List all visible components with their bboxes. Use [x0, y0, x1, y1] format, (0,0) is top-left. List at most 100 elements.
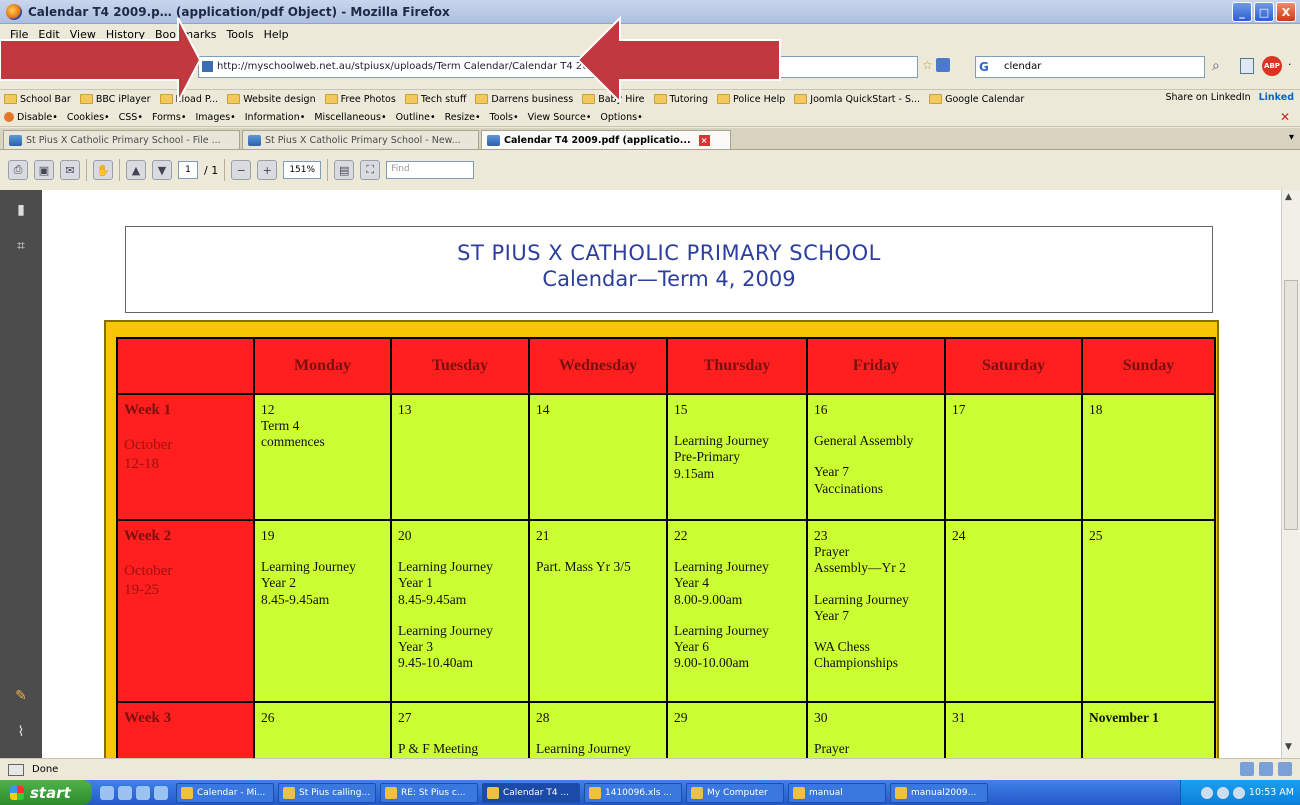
quick-launch-icon[interactable] [154, 785, 168, 800]
event-text [814, 726, 938, 741]
event-text: 8.45-9.45am [398, 591, 467, 607]
linkedin-icon[interactable]: Linked [1259, 92, 1294, 103]
more-icon[interactable]: · [1288, 58, 1292, 71]
addon-icon[interactable] [1259, 762, 1273, 776]
fit-page-icon[interactable]: ▤ [334, 160, 355, 180]
addon-icon[interactable] [1278, 762, 1292, 776]
print-icon[interactable]: ⎙ [8, 160, 28, 180]
bookmark-item[interactable]: Eload P... [159, 94, 218, 105]
adblock-icon[interactable]: ABP [1262, 56, 1282, 76]
bookmark-item[interactable]: Free Photos [324, 94, 396, 105]
share-linkedin-button[interactable]: Share on LinkedIn [1166, 92, 1251, 103]
bookmark-item[interactable]: Tech stuff [404, 94, 466, 105]
zoom-select[interactable]: 151% [283, 161, 322, 179]
tab-list-icon[interactable]: ▾ [1289, 132, 1294, 143]
menu-view[interactable]: View [70, 28, 96, 41]
quick-launch-icon[interactable] [136, 785, 150, 800]
devtool-tools[interactable]: Tools• [490, 112, 519, 123]
url-bar[interactable]: http://myschoolweb.net.au/stpiusx/upload… [198, 56, 918, 78]
tab-close-icon[interactable]: × [698, 134, 710, 146]
zoom-in-icon[interactable]: + [257, 160, 278, 180]
vertical-scrollbar[interactable]: ▲ ▼ [1281, 190, 1300, 758]
bookmark-item[interactable]: Baby Hire [582, 94, 645, 105]
scroll-up-icon[interactable]: ▲ [1285, 192, 1292, 202]
binoculars-icon[interactable]: ⌗ [12, 238, 30, 256]
bookmark-item[interactable]: Darrens business [475, 94, 573, 105]
devtool-options[interactable]: Options• [600, 112, 642, 123]
bookmark-item[interactable]: School Bar [4, 94, 71, 105]
devtool-view-source[interactable]: View Source• [528, 112, 592, 123]
minimize-button[interactable]: _ [1232, 2, 1252, 22]
menu-history[interactable]: History [106, 28, 145, 41]
taskbar-item[interactable]: Calendar - Mi... [176, 782, 274, 803]
previous-page-icon[interactable]: ▲ [126, 160, 146, 180]
page-icon[interactable] [1240, 58, 1254, 74]
devtool-images[interactable]: Images• [195, 112, 235, 123]
devtool-disable[interactable]: Disable• [4, 112, 58, 123]
day-number: 14 [536, 402, 550, 417]
zoom-out-icon[interactable]: − [231, 160, 252, 180]
bookmark-item[interactable]: Police Help [717, 94, 785, 105]
menu-file[interactable]: File [10, 28, 28, 41]
devtool-forms[interactable]: Forms• [152, 112, 186, 123]
bookmark-item[interactable]: Google Calendar [929, 94, 1024, 105]
tray-icon[interactable] [1216, 786, 1229, 799]
menu-help[interactable]: Help [264, 28, 289, 41]
bookmark-item[interactable]: Joomla QuickStart - S... [794, 94, 920, 105]
scroll-down-icon[interactable]: ▼ [1285, 742, 1292, 752]
taskbar-item[interactable]: 1410096.xls ... [584, 782, 682, 803]
fit-width-icon[interactable]: ⛶ [360, 160, 381, 180]
taskbar-item-active[interactable]: Calendar T4 ... [482, 782, 580, 803]
scrollbar-thumb[interactable] [1284, 280, 1298, 530]
quick-launch-icon[interactable] [118, 785, 132, 800]
taskbar-item[interactable]: RE: St Pius c... [380, 782, 478, 803]
bookmark-item[interactable]: Tutoring [653, 94, 708, 105]
devtool-information[interactable]: Information• [245, 112, 306, 123]
tray-icon[interactable] [1200, 786, 1213, 799]
devtool-cookies[interactable]: Cookies• [67, 112, 110, 123]
menu-bookmarks[interactable]: Bookmarks [155, 28, 216, 41]
pdf-viewport[interactable]: ST PIUS X CATHOLIC PRIMARY SCHOOL Calend… [42, 190, 1281, 758]
taskbar-item[interactable]: St Pius calling... [278, 782, 376, 803]
search-icon[interactable]: ⌕ [1212, 58, 1220, 74]
devtool-resize[interactable]: Resize• [445, 112, 481, 123]
devtool-miscellaneous[interactable]: Miscellaneous• [314, 112, 386, 123]
page-number-input[interactable]: 1 [178, 161, 198, 179]
search-input[interactable]: G clendar [975, 56, 1205, 78]
save-icon[interactable]: ▣ [34, 160, 54, 180]
bookmark-item[interactable]: Website design [227, 94, 316, 105]
taskbar-item[interactable]: My Computer [686, 782, 784, 803]
maximize-button[interactable]: □ [1254, 2, 1274, 22]
quick-launch-icon[interactable] [100, 785, 114, 800]
feed-icon[interactable] [935, 58, 950, 72]
next-page-icon[interactable]: ▼ [152, 160, 172, 180]
devtool-css[interactable]: CSS• [119, 112, 143, 123]
share-icon[interactable]: ✉ [60, 160, 80, 180]
find-input[interactable]: Find [386, 161, 475, 179]
menu-edit[interactable]: Edit [38, 28, 59, 41]
close-button[interactable]: X [1276, 2, 1296, 22]
tab-new[interactable]: St Pius X Catholic Primary School - New.… [242, 130, 479, 149]
pages-icon[interactable]: ▮ [12, 202, 30, 220]
quick-launch [100, 785, 168, 800]
volume-icon[interactable] [1232, 786, 1245, 799]
tab-file[interactable]: St Pius X Catholic Primary School - File… [3, 130, 240, 149]
day-number: 19 [261, 528, 275, 543]
taskbar-item[interactable]: manual2009... [890, 782, 988, 803]
event-text [261, 544, 384, 559]
menu-tools[interactable]: Tools [226, 28, 253, 41]
close-icon[interactable]: ✕ [1280, 110, 1290, 124]
folder-icon [4, 94, 17, 104]
google-icon[interactable]: G [979, 60, 993, 74]
addon-icon[interactable] [1240, 762, 1254, 776]
taskbar-item[interactable]: manual [788, 782, 886, 803]
bookmark-star-icon[interactable]: ☆ [922, 58, 933, 72]
tab-calendar-pdf[interactable]: Calendar T4 2009.pdf (applicatio... × [481, 130, 731, 149]
hand-tool-icon[interactable]: ✋ [93, 160, 113, 180]
bookmark-item[interactable]: BBC iPlayer [79, 94, 151, 105]
start-button[interactable]: start [0, 780, 92, 805]
devtool-outline[interactable]: Outline• [396, 112, 436, 123]
folder-icon [324, 94, 338, 104]
attachments-icon[interactable]: ⌇ [12, 724, 30, 742]
comments-icon[interactable]: ✎ [12, 688, 30, 706]
